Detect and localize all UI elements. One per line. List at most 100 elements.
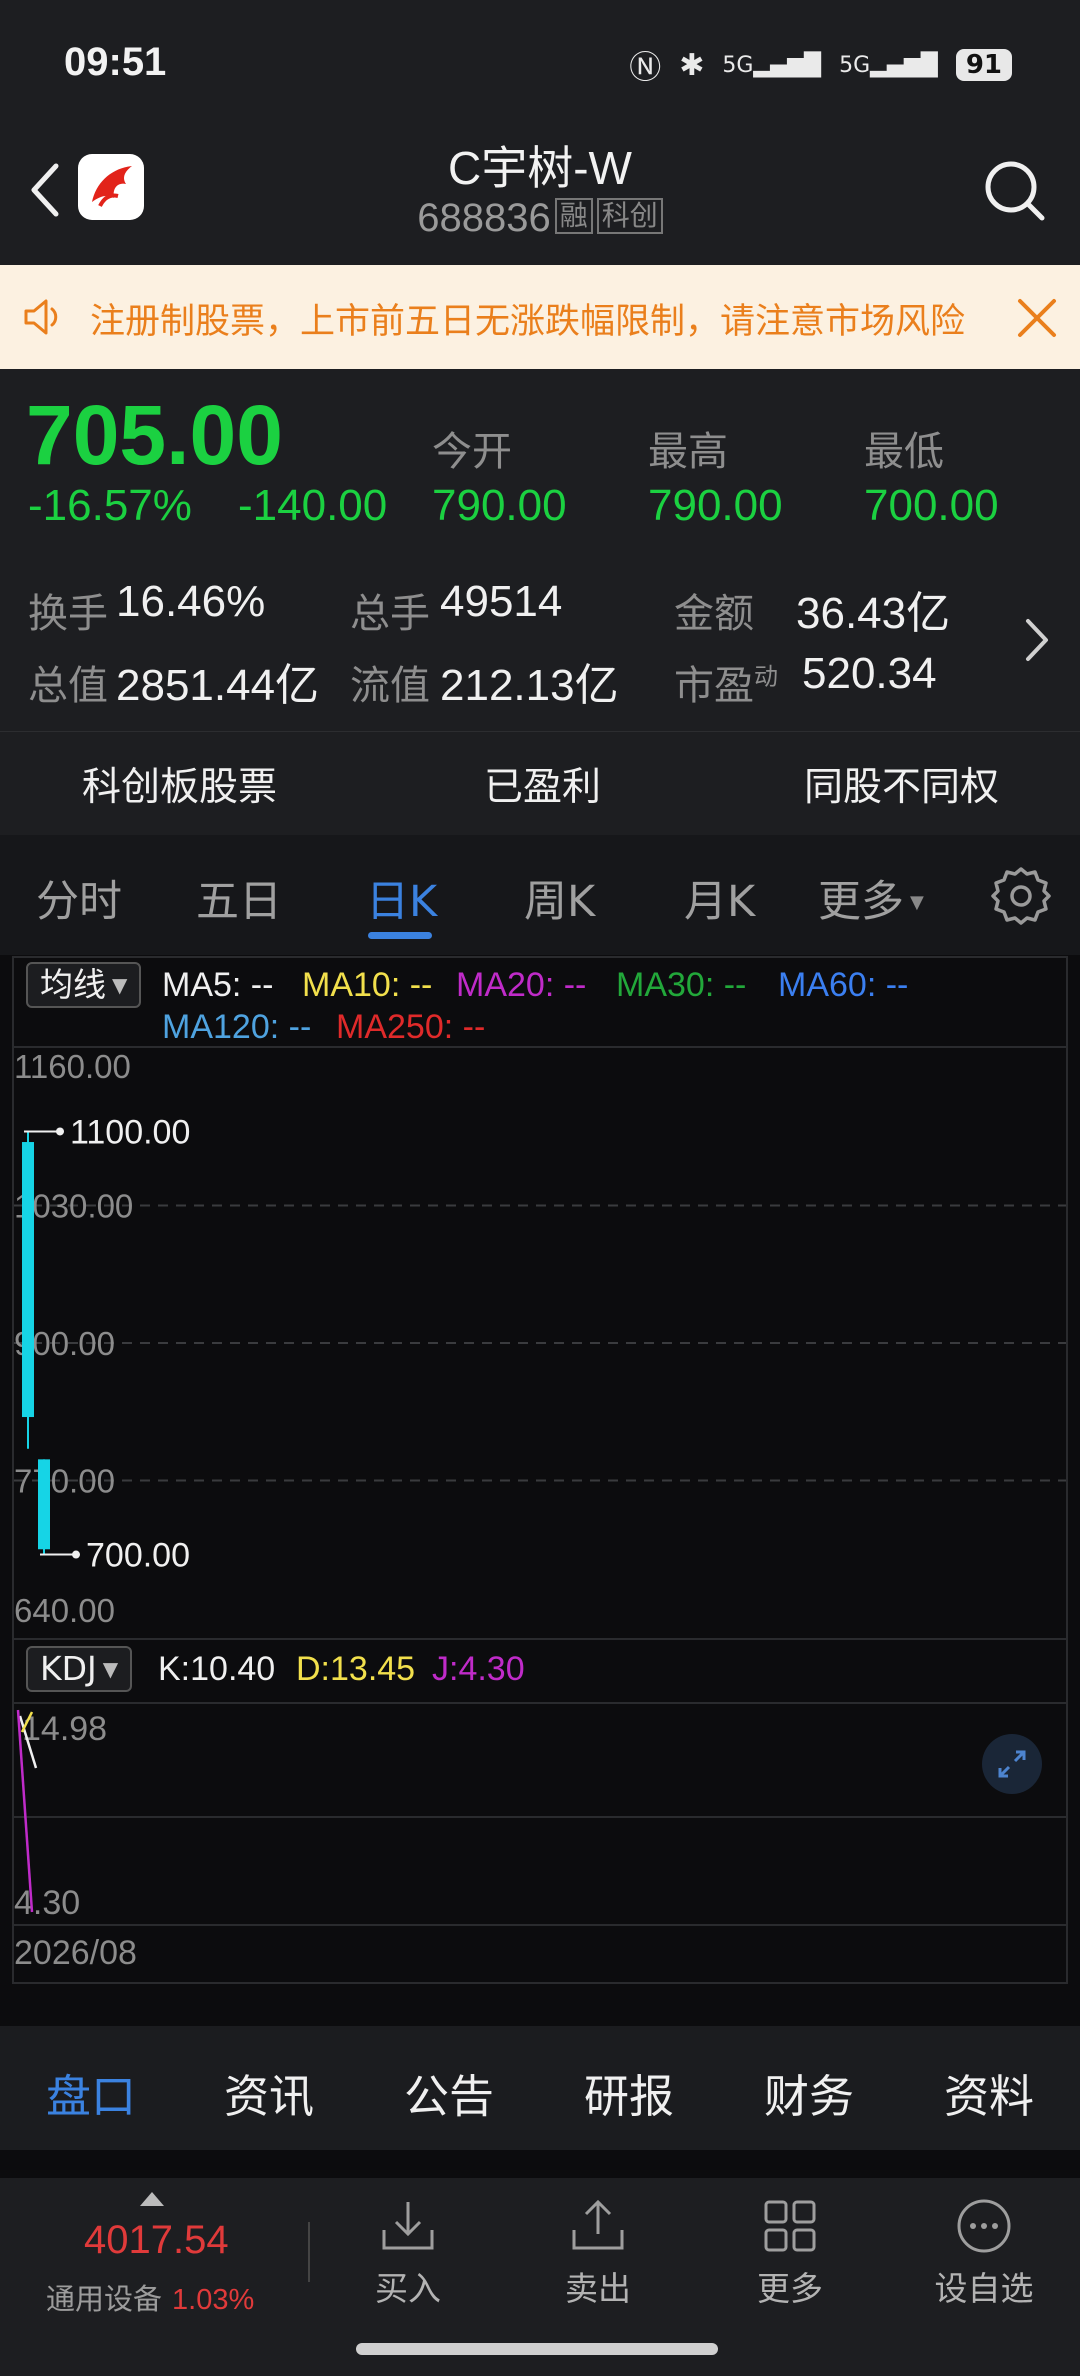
turnover-label: 换手: [28, 591, 108, 637]
chevron-right-icon[interactable]: [1022, 615, 1052, 665]
turnover-value: 16.46%: [116, 577, 266, 626]
ma60-label: MA60: --: [778, 966, 909, 1004]
kdj-j-line: [16, 1709, 34, 1913]
tab-announcements[interactable]: 公告: [404, 2060, 494, 2125]
tab-weekly-k[interactable]: 周K: [524, 867, 595, 929]
extreme-marker-dot: [72, 1550, 80, 1559]
pe-value: 520.34: [802, 649, 937, 698]
tab-more[interactable]: 更多 ▼: [818, 867, 924, 929]
close-icon[interactable]: [1014, 295, 1060, 341]
sector-index-name[interactable]: 通用设备 1.03%: [46, 2276, 254, 2318]
risk-banner: 注册制股票，上市前五日无涨跌幅限制，请注意市场风险: [0, 265, 1080, 369]
kdj-selector-button[interactable]: KDJ ▼: [26, 1646, 133, 1692]
detail-tabs: 盘口 资讯 公告 研报 财务 资料: [0, 2026, 1080, 2150]
status-icons: Ⓝ ✱ 5G▂▄▆█ 5G▂▄▆█ 91: [629, 42, 1012, 88]
ma5-label: MA5: --: [162, 966, 274, 1004]
sell-label: 卖出: [565, 2269, 631, 2308]
change-amount: -140.00: [238, 481, 388, 530]
ma-selector-button[interactable]: 均线 ▼: [26, 962, 142, 1008]
tab-daily-k[interactable]: 日K: [366, 867, 437, 929]
amount-label: 金额: [674, 591, 754, 637]
add-watchlist-button[interactable]: 设自选: [914, 2196, 1054, 2310]
top-bar: 09:51 Ⓝ ✱ 5G▂▄▆█ 5G▂▄▆█ 91 C宇树-W 688836 融…: [0, 0, 1080, 265]
bluetooth-icon: ✱: [679, 47, 705, 83]
battery-icon: 91: [955, 49, 1012, 81]
candle-body: [22, 1142, 34, 1418]
tag-profitable[interactable]: 已盈利: [484, 756, 601, 812]
change-percent: -16.57%: [28, 481, 192, 530]
last-price: 705.00: [26, 388, 283, 482]
tab-news[interactable]: 资讯: [224, 2060, 314, 2125]
nfc-icon: Ⓝ: [629, 48, 662, 86]
volume-label: 总手: [350, 591, 430, 637]
low-value: 700.00: [864, 481, 999, 530]
volume-value: 49514: [440, 577, 563, 626]
kdj-divider-top: [14, 1702, 1066, 1704]
sector-index-value[interactable]: 4017.54: [84, 2218, 229, 2263]
y-tick-label: 770.00: [14, 1463, 115, 1500]
upload-icon: [572, 2199, 624, 2250]
kdj-divider-bottom: [14, 1924, 1066, 1926]
ma30-label: MA30: --: [616, 966, 747, 1004]
float-value: 212.13亿: [440, 661, 619, 710]
kdj-grid-line: [14, 1816, 1066, 1818]
expand-up-icon[interactable]: [140, 2192, 164, 2206]
watch-label: 设自选: [934, 2269, 1034, 2308]
x-axis-date: 2026/08: [14, 1934, 137, 1972]
tab-five-day[interactable]: 五日: [196, 867, 282, 929]
open-label: 今开: [432, 429, 512, 475]
more-dots-icon: [957, 2199, 1011, 2253]
tab-profile[interactable]: 资料: [944, 2060, 1034, 2125]
extreme-marker-label: 700.00: [86, 1537, 190, 1575]
status-time: 09:51: [64, 40, 167, 84]
kdj-j-label: J:4.30: [432, 1650, 525, 1688]
open-value: 790.00: [432, 481, 567, 530]
banner-text: 注册制股票，上市前五日无涨跌幅限制，请注意市场风险: [90, 302, 966, 342]
high-value: 790.00: [648, 481, 783, 530]
low-label: 最低: [864, 429, 944, 475]
pe-label: 市盈动: [674, 662, 778, 709]
y-tick-label: 640.00: [14, 1592, 115, 1629]
tab-monthly-k[interactable]: 月K: [684, 867, 755, 929]
quote-panel: 705.00 -16.57% -140.00 今开 790.00 最高 790.…: [0, 369, 1080, 731]
period-tabs: 分时 五日 日K 周K 月K 更多 ▼: [0, 835, 1080, 955]
speaker-icon: [24, 299, 58, 335]
tab-intraday[interactable]: 分时: [36, 867, 122, 929]
more-label: 更多: [757, 2269, 823, 2308]
candle-body: [38, 1459, 50, 1550]
kdj-lines: [16, 1709, 38, 1913]
grid-icon: [764, 2200, 816, 2252]
home-indicator[interactable]: [356, 2343, 718, 2355]
ma10-label: MA10: --: [302, 966, 433, 1004]
tab-financials[interactable]: 财务: [764, 2060, 854, 2125]
ma250-label: MA250: --: [336, 1008, 486, 1046]
expand-icon[interactable]: [982, 1734, 1042, 1794]
download-icon: [382, 2202, 434, 2250]
float-label: 流值: [350, 663, 430, 709]
kdj-d-line: [20, 1711, 34, 1733]
caret-down-icon: ▼: [112, 973, 128, 997]
gear-icon[interactable]: [990, 865, 1052, 927]
ma20-label: MA20: --: [456, 966, 587, 1004]
buy-button[interactable]: 买入: [338, 2196, 478, 2310]
caret-down-icon: ▼: [102, 1657, 119, 1681]
chart-divider-mid: [14, 1638, 1066, 1640]
mktcap-value: 2851.44亿: [116, 661, 320, 710]
stock-tags-row: 科创板股票 已盈利 同股不同权: [0, 731, 1080, 835]
amount-value: 36.43亿: [796, 589, 951, 638]
tag-star-market[interactable]: 科创板股票: [82, 756, 277, 812]
extreme-marker-dot: [56, 1127, 64, 1136]
tab-research[interactable]: 研报: [584, 2060, 674, 2125]
search-icon[interactable]: [980, 156, 1050, 226]
sell-button[interactable]: 卖出: [528, 2196, 668, 2310]
candlestick-plot: 1160.001030.00900.00770.00640.001100.007…: [14, 1048, 1066, 1629]
high-label: 最高: [648, 429, 728, 475]
more-button[interactable]: 更多: [720, 2196, 860, 2310]
kdj-d-label: D:13.45: [296, 1650, 416, 1688]
footer-divider: [308, 2222, 310, 2282]
margin-tag: 融: [554, 198, 593, 234]
tab-order-book[interactable]: 盘口: [46, 2060, 136, 2125]
stock-name: C宇树-W: [448, 142, 632, 194]
kline-chart[interactable]: 均线 ▼ MA5: -- MA10: -- MA20: -- MA30: -- M…: [12, 956, 1068, 1984]
tag-dual-class[interactable]: 同股不同权: [804, 756, 999, 812]
